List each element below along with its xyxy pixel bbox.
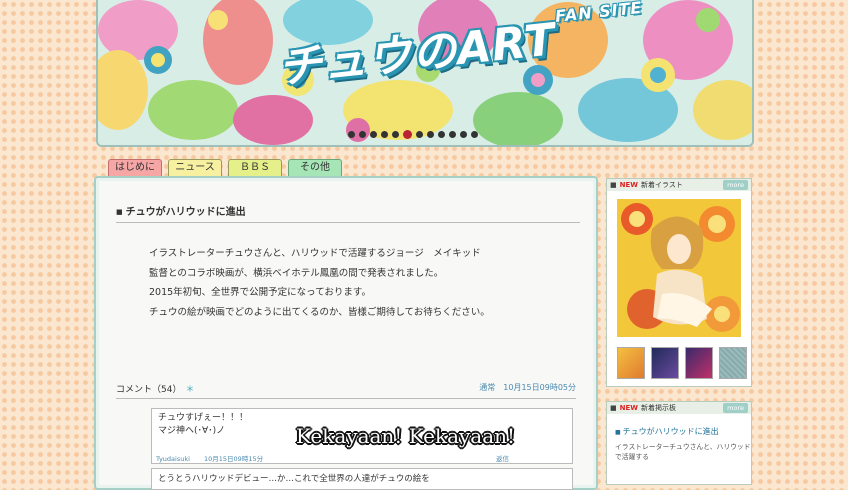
bbs-post-title[interactable]: チュウがハリウッドに進出 (615, 426, 719, 437)
comment-line: マジ神ヘ(･∀･)ノ (158, 426, 226, 436)
article-line: チュウの絵が映画でどのように出てくるのか、皆様ご期待してお待ちください。 (149, 306, 490, 318)
comment-date: 10月15日09時15分 (204, 455, 264, 463)
slide-dot[interactable] (381, 131, 388, 138)
excerpt-line: で活躍する (615, 453, 649, 461)
article-line: 2015年初旬、全世界で公開予定になっております。 (149, 287, 371, 298)
tab-bbs[interactable]: ＢＢＳ (228, 159, 282, 176)
main-nav-tabs: はじめに ニュース ＢＢＳ その他 (108, 159, 342, 176)
thumbnail[interactable] (617, 347, 645, 379)
section-title: 新着イラスト (641, 181, 683, 189)
slide-dot[interactable] (438, 131, 445, 138)
logo-subtext: FAN SITE (554, 0, 644, 26)
comment-text: チュウすげぇー！！！ マジ神ヘ(･∀･)ノ (158, 412, 248, 438)
thumbnail[interactable] (685, 347, 713, 379)
comment-text: とうとうハリウッドデビュー…か…これで全世界の人達がチュウの絵を (158, 474, 430, 484)
excerpt-line: イラストレーターチュウさんと、ハリウッド (615, 443, 751, 451)
illustration-thumbnails (617, 347, 747, 379)
slide-dot[interactable] (416, 131, 423, 138)
slide-dot[interactable] (427, 131, 434, 138)
tab-news[interactable]: ニュース (168, 159, 222, 176)
comments-header: コメント（54）＊ 通常 10月15日09時05分 (116, 382, 576, 399)
more-button[interactable]: more (723, 403, 748, 413)
slide-dot[interactable] (471, 131, 478, 138)
featured-illustration[interactable] (617, 199, 741, 337)
slide-dot-active[interactable] (403, 130, 412, 139)
slide-indicator (348, 130, 478, 139)
slide-dot[interactable] (370, 131, 377, 138)
comment-sort-date[interactable]: 通常 10月15日09時05分 (479, 382, 576, 393)
comment-count: コメント（54） (116, 385, 182, 395)
comment-meta: Tyudaisuki 10月15日09時15分 返信 (156, 453, 509, 463)
slide-dot[interactable] (348, 131, 355, 138)
bbs-post-excerpt: イラストレーターチュウさんと、ハリウッド で活躍する (615, 442, 751, 462)
square-bullet-icon: ■ (610, 181, 617, 189)
reply-link[interactable]: 返信 (496, 453, 509, 463)
new-illustrations-header: ■ NEW 新着イラスト more (606, 178, 752, 192)
article-body: イラストレーターチュウさんと、ハリウッドで活躍するジョージ メイキッド 監督との… (149, 244, 490, 322)
slide-dot[interactable] (359, 131, 366, 138)
thumbnail[interactable] (719, 347, 747, 379)
slide-dot[interactable] (392, 131, 399, 138)
article-line: イラストレーターチュウさんと、ハリウッドで活躍するジョージ メイキッド (149, 248, 481, 259)
tab-other[interactable]: その他 (288, 159, 342, 176)
comment-author[interactable]: Tyudaisuki (156, 455, 190, 463)
star-icon: ＊ (185, 385, 195, 395)
comment-item: とうとうハリウッドデビュー…か…これで全世界の人達がチュウの絵を (151, 468, 573, 490)
comment-line: チュウすげぇー！！！ (158, 413, 249, 423)
thumbnail[interactable] (651, 347, 679, 379)
article-title: チュウがハリウッドに進出 (116, 203, 580, 223)
header-banner: チュウのARTFAN SITE (96, 0, 754, 147)
slide-dot[interactable] (460, 131, 467, 138)
video-subtitle: Kekayaan! Kekayaan! (296, 424, 516, 448)
new-badge: NEW (619, 404, 638, 412)
slide-dot[interactable] (449, 131, 456, 138)
section-title: 新着掲示板 (641, 404, 676, 412)
tab-intro[interactable]: はじめに (108, 159, 162, 176)
square-bullet-icon: ■ (610, 404, 617, 412)
article-line: 監督とのコラボ映画が、横浜ベイホテル鳳凰の間で発表されました。 (149, 267, 444, 279)
more-button[interactable]: more (723, 180, 748, 190)
new-bbs-header: ■ NEW 新着掲示板 more (606, 401, 752, 415)
new-bbs-box: チュウがハリウッドに進出 イラストレーターチュウさんと、ハリウッド で活躍する (606, 414, 752, 485)
new-badge: NEW (619, 181, 638, 189)
new-illustrations-box (606, 191, 752, 387)
